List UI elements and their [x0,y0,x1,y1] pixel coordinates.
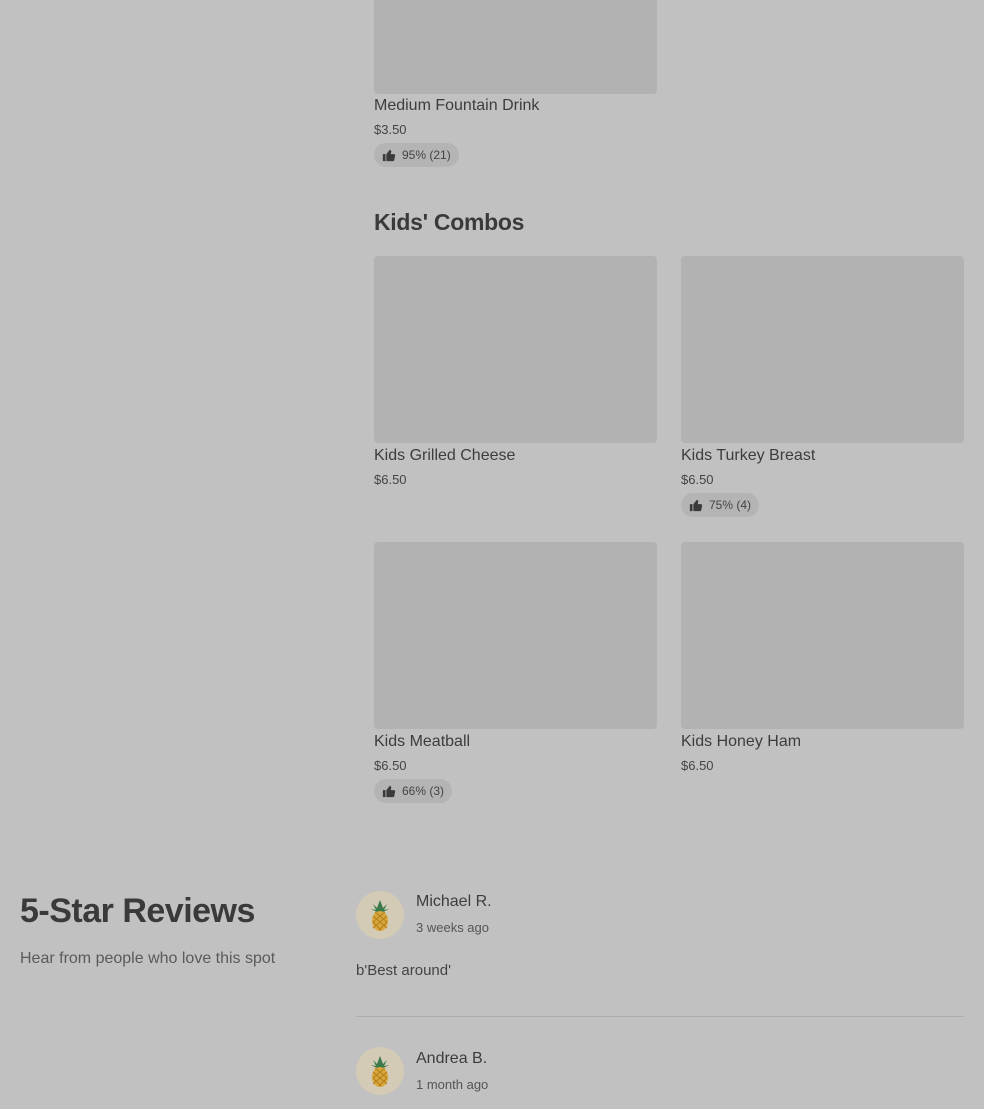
item-name[interactable]: Kids Turkey Breast [681,447,815,465]
item-price: $3.50 [374,122,407,137]
item-price: $6.50 [374,758,407,773]
item-image[interactable] [374,542,657,729]
reviewer-name[interactable]: Michael R. [416,893,492,911]
item-name[interactable]: Kids Meatball [374,733,470,751]
avatar [356,1047,404,1095]
reviewer-name[interactable]: Andrea B. [416,1050,487,1068]
rating-badge: 66% (3) [374,779,453,803]
item-image[interactable] [681,256,964,443]
section-title: Kids' Combos [374,209,525,235]
item-name[interactable]: Medium Fountain Drink [374,97,539,115]
thumbs-up-icon [689,499,703,512]
item-image[interactable] [374,0,657,94]
item-name[interactable]: Kids Honey Ham [681,733,801,751]
item-image[interactable] [681,542,964,729]
item-price: $6.50 [681,472,714,487]
review-date: 1 month ago [416,1077,489,1092]
divider [356,1016,964,1017]
rating-text: 95% (21) [402,148,451,162]
review-date: 3 weeks ago [416,920,489,935]
thumbs-up-icon [382,785,396,798]
item-name[interactable]: Kids Grilled Cheese [374,447,515,465]
pineapple-icon [371,900,389,931]
review-text: b'Best around' [356,962,451,979]
pineapple-icon [371,1056,389,1087]
item-image[interactable] [374,256,657,443]
rating-text: 66% (3) [402,784,445,798]
rating-text: 75% (4) [709,498,752,512]
thumbs-up-icon [382,149,396,162]
item-price: $6.50 [374,472,407,487]
item-price: $6.50 [681,758,714,773]
avatar [356,891,404,939]
rating-badge: 75% (4) [681,493,760,517]
rating-badge: 95% (21) [374,143,459,167]
reviews-subtitle: Hear from people who love this spot [20,950,276,967]
reviews-title: 5-Star Reviews [20,892,255,930]
